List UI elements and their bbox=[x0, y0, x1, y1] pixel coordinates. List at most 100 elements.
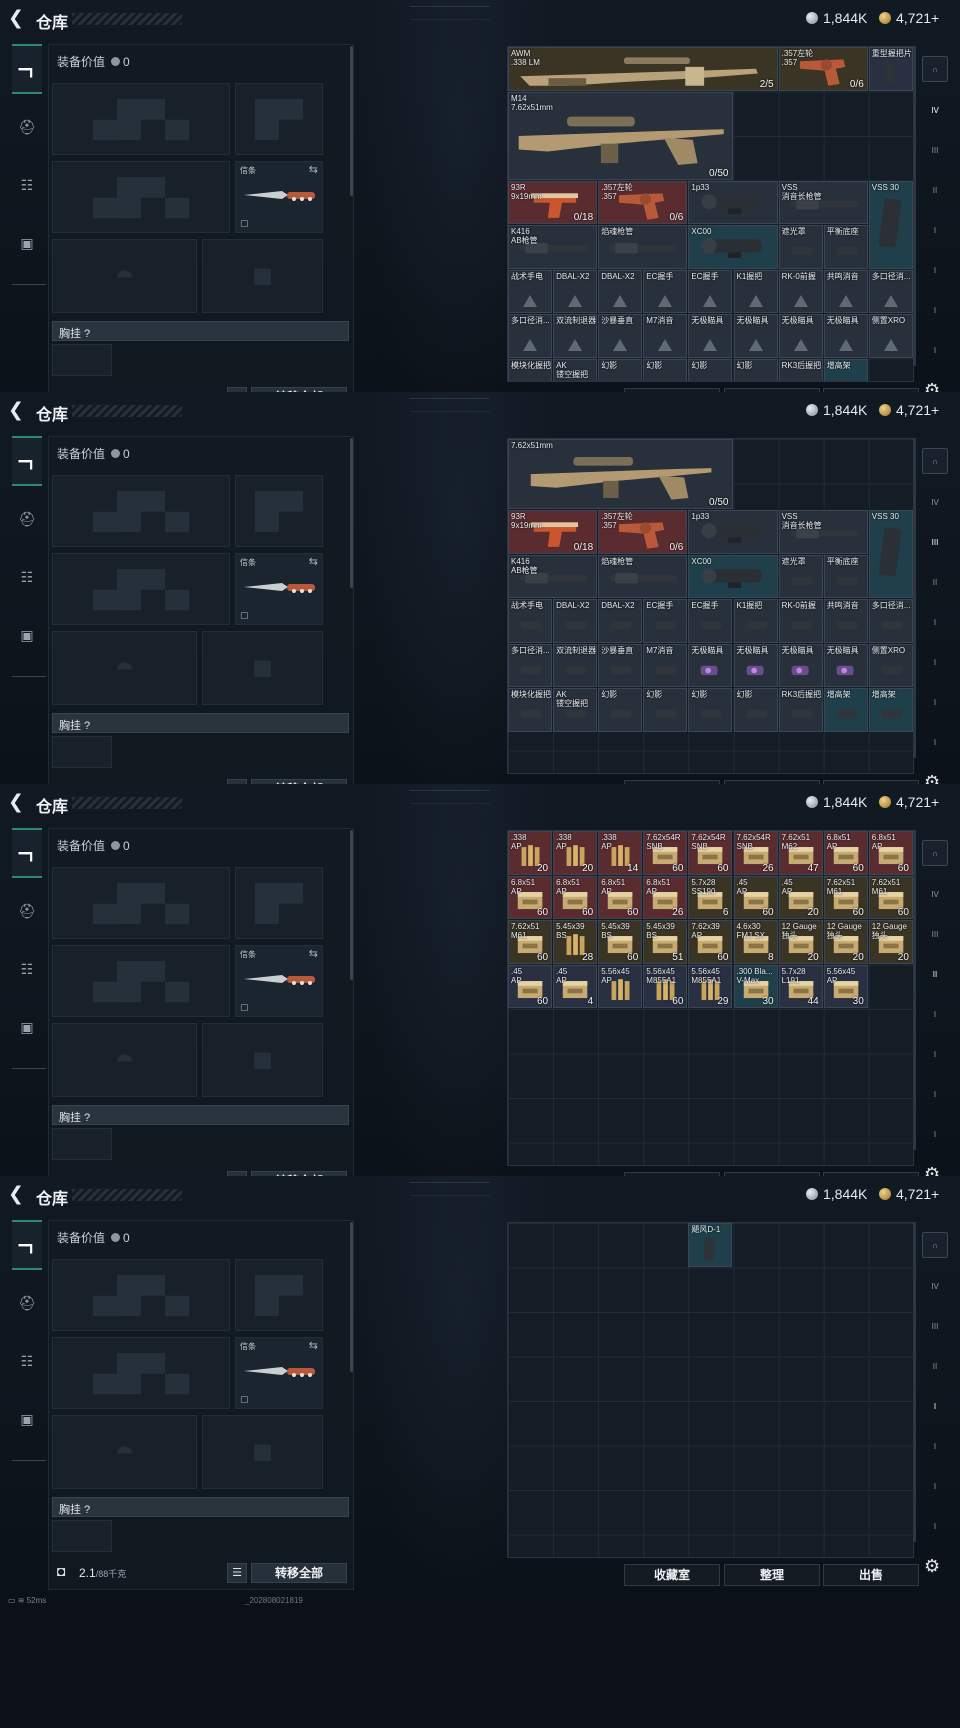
stash-item[interactable]: 战术手电 bbox=[508, 599, 553, 643]
stash-item[interactable]: 无极瞄具 bbox=[688, 314, 733, 358]
stash-item[interactable]: 5.56x45 AP bbox=[598, 964, 643, 1008]
transfer-all-button[interactable]: 转移全部 bbox=[251, 1563, 347, 1583]
chest-rig-header[interactable]: 胸挂 ? bbox=[52, 713, 349, 733]
rail-tab-favorites[interactable]: ∩ bbox=[922, 840, 948, 866]
stash-item[interactable]: 幻影 bbox=[688, 688, 733, 732]
stash-item[interactable]: 遮光罩 bbox=[778, 554, 823, 599]
helmet-slot[interactable]: ◓ bbox=[52, 1023, 197, 1097]
rail-tab-tier[interactable]: II bbox=[922, 962, 948, 988]
stash-item[interactable]: 共鸣消音 bbox=[823, 599, 868, 643]
stash-item[interactable]: K416 AB枪管 bbox=[508, 225, 598, 269]
stash-item[interactable]: 93R 9x19mm 0/18 bbox=[508, 510, 598, 554]
stash-item[interactable]: 5.56x45 AP 30 bbox=[823, 964, 868, 1008]
stash-scrollbar[interactable] bbox=[914, 830, 916, 1150]
stash-item[interactable]: .357左轮 .357 0/6 bbox=[778, 47, 868, 91]
rail-tab-tier[interactable]: I bbox=[922, 1474, 948, 1500]
stash-item[interactable]: EC握手 bbox=[688, 269, 733, 313]
back-arrow-icon[interactable]: ❮ bbox=[8, 793, 30, 813]
stash-item[interactable]: 战术手电 bbox=[508, 269, 553, 313]
stash-item[interactable]: 平衡底座 bbox=[823, 554, 868, 599]
stash-item[interactable]: 增高架 bbox=[868, 688, 913, 732]
rail-tab-tier[interactable]: I bbox=[922, 258, 948, 284]
rail-tab-tier[interactable]: I bbox=[922, 650, 948, 676]
rail-tab-tier[interactable]: I bbox=[922, 690, 948, 716]
chest-rig-header[interactable]: 胸挂 ? bbox=[52, 1497, 349, 1517]
stash-item[interactable]: 5.45x39 BS 28 bbox=[553, 920, 598, 964]
stash-item[interactable]: XC00 bbox=[688, 225, 778, 269]
melee-slot[interactable]: 信条 ⇆ ▢ bbox=[235, 1337, 323, 1409]
chest-rig-slot[interactable] bbox=[52, 1128, 112, 1160]
rail-tab-tier[interactable]: I bbox=[922, 298, 948, 324]
stash-item[interactable]: .338 AP 20 bbox=[508, 831, 553, 875]
stash-item[interactable]: .45 AP 4 bbox=[553, 964, 598, 1008]
armor-slot[interactable]: ■ bbox=[202, 239, 323, 313]
stash-item[interactable]: EC握手 bbox=[643, 269, 688, 313]
stash-item[interactable]: 6.8x51 AP 60 bbox=[553, 875, 598, 919]
primary-weapon-slot[interactable]: ▄█▀▄ bbox=[52, 867, 230, 939]
stash-item[interactable]: 无极瞄具 bbox=[688, 643, 733, 688]
stash-item[interactable]: VSS 30 bbox=[868, 180, 913, 269]
stash-item[interactable]: 7.62x54R SNB 26 bbox=[733, 831, 778, 875]
stash-item[interactable]: 增高架 bbox=[823, 688, 868, 732]
nav-helmet-tab[interactable]: ⛑ bbox=[13, 898, 41, 924]
equipment-scrollbar[interactable] bbox=[350, 438, 353, 588]
stash-item[interactable]: 6.8x51 AP 26 bbox=[643, 875, 688, 919]
stash-item[interactable]: .338 AP 14 bbox=[598, 831, 643, 875]
stash-item[interactable]: RK-0前握 bbox=[778, 599, 823, 643]
stash-item[interactable]: EC握手 bbox=[643, 599, 688, 643]
chest-rig-header[interactable]: 胸挂 ? bbox=[52, 1105, 349, 1125]
stash-item[interactable]: 双流制退器 bbox=[553, 643, 598, 688]
stash-item[interactable]: AWM .338 LM 2/5 bbox=[508, 47, 778, 91]
stash-item[interactable]: XC00 bbox=[688, 554, 778, 599]
helmet-slot[interactable]: ◓ bbox=[52, 1415, 197, 1489]
rail-tab-tier[interactable]: I bbox=[922, 1514, 948, 1540]
nav-helmet-tab[interactable]: ⛑ bbox=[13, 506, 41, 532]
stash-item[interactable]: 幻影 bbox=[598, 358, 643, 381]
stash-item[interactable]: 无极瞄具 bbox=[778, 643, 823, 688]
rail-tab-tier[interactable]: IV bbox=[922, 490, 948, 516]
rail-tab-tier[interactable]: II bbox=[922, 178, 948, 204]
pistol-slot[interactable]: █▀ bbox=[235, 475, 323, 547]
stash-item[interactable]: .45 AP 60 bbox=[733, 875, 778, 919]
chest-rig-slot[interactable] bbox=[52, 736, 112, 768]
stash-item[interactable]: 5.45x39 BS 60 bbox=[598, 920, 643, 964]
stash-item[interactable]: 5.7x28 L191 44 bbox=[778, 964, 823, 1008]
primary-weapon-slot[interactable]: ▄█▀▄ bbox=[52, 83, 230, 155]
swap-icon[interactable]: ⇆ bbox=[309, 1339, 318, 1352]
stash-item[interactable]: 沙暴垂直 bbox=[598, 643, 643, 688]
stash-item[interactable]: RK3后握把 bbox=[778, 358, 823, 381]
stash-item[interactable]: 多口径消... bbox=[508, 643, 553, 688]
rail-tab-tier[interactable]: I bbox=[922, 218, 948, 244]
nav-vest-tab[interactable]: ☷ bbox=[13, 172, 41, 198]
stash-item[interactable]: .45 AP 60 bbox=[508, 964, 553, 1008]
stash-item[interactable]: 侧置XRO bbox=[868, 643, 913, 688]
nav-helmet-tab[interactable]: ⛑ bbox=[13, 1290, 41, 1316]
pistol-slot[interactable]: █▀ bbox=[235, 867, 323, 939]
rail-tab-tier[interactable]: I bbox=[922, 1394, 948, 1420]
helmet-slot[interactable]: ◓ bbox=[52, 239, 197, 313]
nav-vest-tab[interactable]: ☷ bbox=[13, 1348, 41, 1374]
stash-item[interactable]: 增高架 bbox=[823, 358, 868, 381]
rail-tab-tier[interactable]: I bbox=[922, 1122, 948, 1148]
stash-item[interactable]: 无极瞄具 bbox=[733, 314, 778, 358]
stash-item[interactable]: 多口径消... bbox=[508, 314, 553, 358]
stash-item[interactable]: 1p33 bbox=[688, 510, 778, 554]
rail-tab-tier[interactable]: IV bbox=[922, 1274, 948, 1300]
stash-item[interactable]: 幻影 bbox=[643, 688, 688, 732]
nav-bag-tab[interactable]: ▣ bbox=[13, 1406, 41, 1432]
collection-button[interactable]: 收藏室 bbox=[624, 1564, 720, 1586]
rail-tab-tier[interactable]: I bbox=[922, 610, 948, 636]
stash-item[interactable]: 7.62x51 M61 60 bbox=[868, 875, 913, 919]
rail-tab-tier[interactable]: III bbox=[922, 922, 948, 948]
stash-item[interactable]: 焰魂枪管 bbox=[598, 554, 688, 599]
secondary-weapon-slot[interactable]: ▄█▀▄ bbox=[52, 1337, 230, 1409]
nav-bag-tab[interactable]: ▣ bbox=[13, 622, 41, 648]
equipment-scrollbar[interactable] bbox=[350, 46, 353, 196]
rail-tab-tier[interactable]: III bbox=[922, 1314, 948, 1340]
sort-button[interactable]: 整理 bbox=[724, 1564, 820, 1586]
stash-item[interactable]: DBAL-X2 bbox=[553, 269, 598, 313]
stash-item[interactable]: 无极瞄具 bbox=[823, 643, 868, 688]
melee-slot[interactable]: 信条 ⇆ ▢ bbox=[235, 161, 323, 233]
secondary-weapon-slot[interactable]: ▄█▀▄ bbox=[52, 161, 230, 233]
stash-item[interactable]: DBAL-X2 bbox=[598, 269, 643, 313]
